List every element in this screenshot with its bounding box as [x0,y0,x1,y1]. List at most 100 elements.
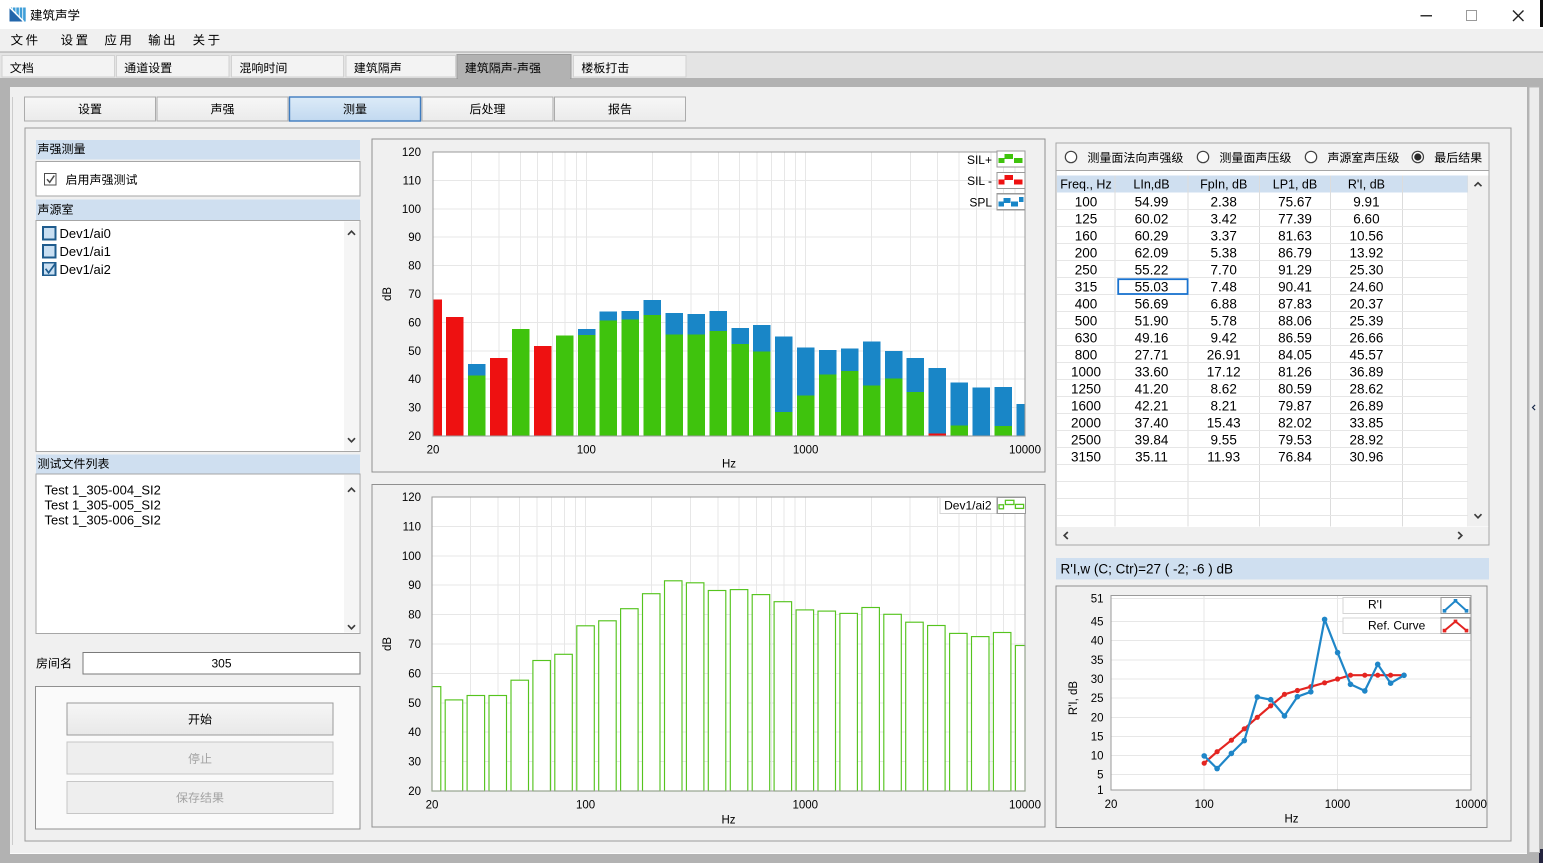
svg-text:20: 20 [408,431,421,443]
svg-text:30.96: 30.96 [1350,449,1384,464]
svg-text:90: 90 [408,580,421,592]
svg-text:110: 110 [403,175,421,187]
svg-text:SIL+: SIL+ [967,153,992,167]
svg-text:R'I: R'I [1368,598,1382,612]
svg-text:2000: 2000 [1071,415,1101,430]
svg-text:Test 1_305-005_SI2: Test 1_305-005_SI2 [45,497,161,512]
svg-text:10000: 10000 [1009,445,1041,457]
svg-text:1600: 1600 [1071,398,1101,413]
svg-text:Hz: Hz [721,815,735,827]
svg-text:Dev1/ai2: Dev1/ai2 [944,499,992,513]
svg-text:8.21: 8.21 [1211,398,1237,413]
svg-text:200: 200 [1075,245,1098,260]
svg-text:55.03: 55.03 [1135,279,1169,294]
svg-text:110: 110 [403,521,421,533]
svg-text:6.60: 6.60 [1353,211,1379,226]
svg-text:1250: 1250 [1071,381,1101,396]
svg-text:R'I, dB: R'I, dB [1348,177,1385,191]
svg-text:26.91: 26.91 [1207,347,1241,362]
svg-text:90.41: 90.41 [1278,279,1312,294]
svg-text:25.30: 25.30 [1350,262,1384,277]
svg-text:R'I,w (C; Ctr)=27 ( -2; -6 ) d: R'I,w (C; Ctr)=27 ( -2; -6 ) dB [1061,561,1233,576]
svg-text:20: 20 [408,786,421,798]
svg-text:400: 400 [1075,296,1098,311]
svg-text:100: 100 [402,551,421,563]
svg-text:26.89: 26.89 [1350,398,1384,413]
svg-text:Dev1/ai1: Dev1/ai1 [60,244,111,259]
svg-text:315: 315 [1075,279,1098,294]
svg-text:82.02: 82.02 [1278,415,1312,430]
svg-text:30: 30 [1091,674,1104,686]
svg-text:24.60: 24.60 [1350,279,1384,294]
svg-text:9.42: 9.42 [1211,330,1237,345]
svg-text:62.09: 62.09 [1135,245,1169,260]
svg-text:20: 20 [1105,799,1118,811]
svg-text:79.87: 79.87 [1278,398,1312,413]
svg-text:1000: 1000 [792,800,818,812]
svg-text:60.02: 60.02 [1135,211,1169,226]
svg-text:26.66: 26.66 [1350,330,1384,345]
svg-text:35: 35 [1091,655,1104,667]
svg-text:9.91: 9.91 [1353,194,1379,209]
svg-text:30: 30 [408,757,421,769]
svg-text:10000: 10000 [1009,800,1041,812]
svg-text:10.56: 10.56 [1350,228,1384,243]
svg-text:36.89: 36.89 [1350,364,1384,379]
svg-text:70: 70 [408,289,421,301]
svg-text:305: 305 [211,657,231,671]
svg-text:42.21: 42.21 [1135,398,1169,413]
svg-text:Test 1_305-006_SI2: Test 1_305-006_SI2 [45,512,161,527]
svg-text:56.69: 56.69 [1135,296,1169,311]
svg-text:45: 45 [1091,617,1104,629]
svg-text:86.59: 86.59 [1278,330,1312,345]
svg-text:76.84: 76.84 [1278,449,1312,464]
svg-text:SIL -: SIL - [967,174,992,188]
svg-text:160: 160 [1075,228,1098,243]
svg-text:3.37: 3.37 [1211,228,1237,243]
svg-text:3.42: 3.42 [1211,211,1237,226]
svg-text:90: 90 [408,232,421,244]
svg-text:79.53: 79.53 [1278,432,1312,447]
svg-text:Freq., Hz: Freq., Hz [1060,177,1111,191]
svg-text:100: 100 [1195,799,1214,811]
svg-text:60: 60 [408,317,421,329]
svg-text:dB: dB [382,287,394,301]
svg-text:39.84: 39.84 [1135,432,1169,447]
svg-text:FpIn, dB: FpIn, dB [1200,177,1247,191]
svg-text:60: 60 [408,668,421,680]
svg-text:Test 1_305-004_SI2: Test 1_305-004_SI2 [45,482,161,497]
svg-text:9.55: 9.55 [1211,432,1237,447]
svg-text:15.43: 15.43 [1207,415,1241,430]
svg-text:25.39: 25.39 [1350,313,1384,328]
svg-text:5.38: 5.38 [1211,245,1237,260]
svg-text:60.29: 60.29 [1135,228,1169,243]
svg-text:28.92: 28.92 [1350,432,1384,447]
svg-text:7.70: 7.70 [1211,262,1237,277]
svg-text:86.79: 86.79 [1278,245,1312,260]
svg-text:75.67: 75.67 [1278,194,1312,209]
svg-text:100: 100 [576,800,595,812]
svg-text:7.48: 7.48 [1211,279,1237,294]
svg-text:40: 40 [408,374,421,386]
svg-text:81.26: 81.26 [1278,364,1312,379]
svg-text:54.99: 54.99 [1135,194,1169,209]
svg-text:80.59: 80.59 [1278,381,1312,396]
svg-text:41.20: 41.20 [1135,381,1169,396]
svg-text:10000: 10000 [1455,799,1487,811]
svg-text:dB: dB [382,637,394,651]
svg-text:84.05: 84.05 [1278,347,1312,362]
svg-text:20: 20 [426,800,439,812]
svg-text:20: 20 [427,445,440,457]
svg-text:10: 10 [1091,751,1104,763]
svg-text:27.71: 27.71 [1135,347,1169,362]
svg-text:20: 20 [1091,712,1104,724]
svg-text:51.90: 51.90 [1135,313,1169,328]
svg-text:1000: 1000 [793,445,819,457]
svg-text:120: 120 [402,492,421,504]
svg-text:87.83: 87.83 [1278,296,1312,311]
svg-text:Dev1/ai0: Dev1/ai0 [60,226,111,241]
svg-text:49.16: 49.16 [1135,330,1169,345]
svg-text:17.12: 17.12 [1207,364,1241,379]
svg-text:33.85: 33.85 [1350,415,1384,430]
svg-text:1000: 1000 [1325,799,1351,811]
